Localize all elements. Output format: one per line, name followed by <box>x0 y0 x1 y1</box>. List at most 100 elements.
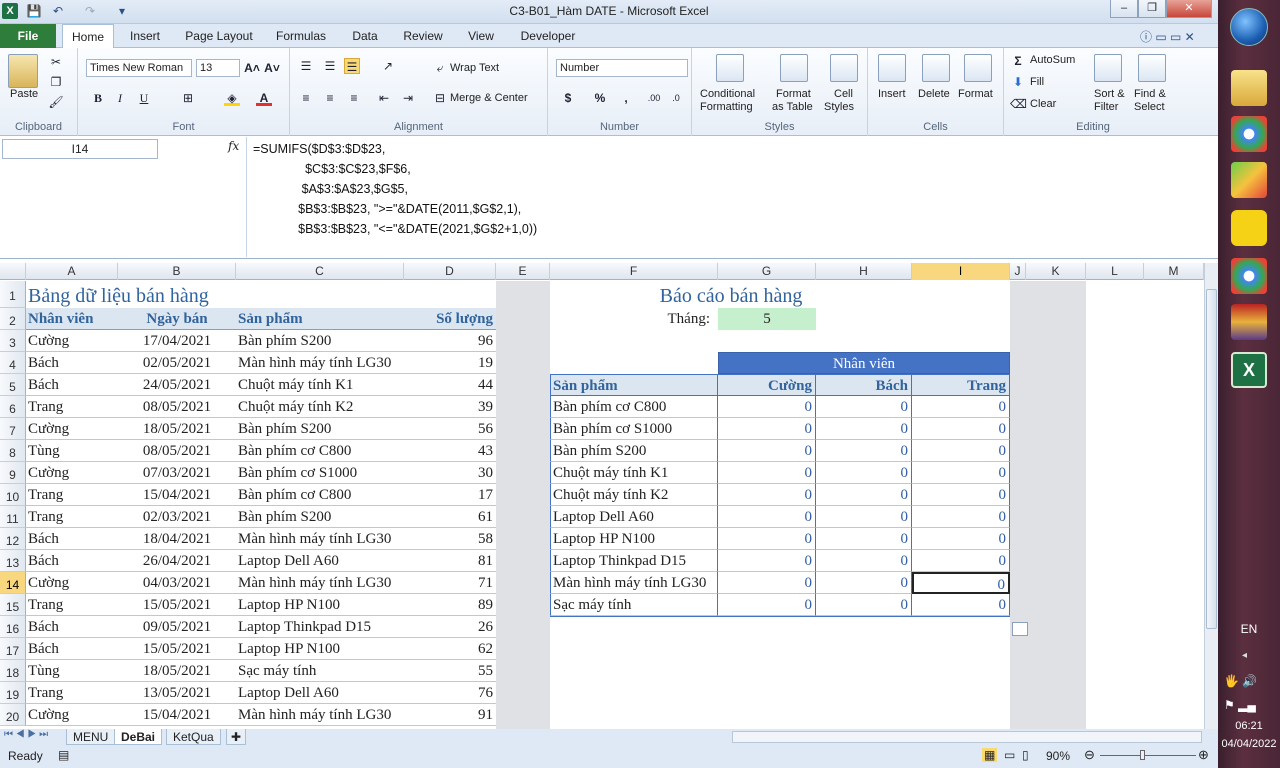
align-right-icon[interactable]: ≡ <box>346 90 362 106</box>
tab-insert[interactable]: Insert <box>122 24 168 48</box>
network-icon[interactable]: ⚑ ▂▄ <box>1224 698 1256 712</box>
page-break-view-icon[interactable]: ▯ <box>1022 748 1029 762</box>
data-table-cell[interactable]: 24/05/2021 <box>118 374 236 396</box>
cell-styles-label[interactable]: Cell <box>834 88 853 100</box>
data-table-cell[interactable]: Bàn phím S200 <box>236 330 404 352</box>
formula-input[interactable]: =SUMIFS($D$3:$D$23, $C$3:$C$23,$F$6, $A$… <box>246 137 1202 257</box>
copy-icon[interactable]: ❐ <box>48 74 64 90</box>
sheet-tab-menu[interactable]: MENU <box>66 729 116 745</box>
row-header-12[interactable]: 12 <box>0 528 26 550</box>
data-table-cell[interactable]: 71 <box>404 572 496 594</box>
data-table-cell[interactable]: 02/05/2021 <box>118 352 236 374</box>
month-value-input[interactable]: 5 <box>718 308 816 330</box>
borders-icon[interactable]: ⊞ <box>180 90 196 106</box>
data-table-cell[interactable]: 15/05/2021 <box>118 594 236 616</box>
format-painter-icon[interactable]: 🖌 <box>48 94 64 110</box>
report-value-cell[interactable]: 0 <box>718 506 816 528</box>
row-header-1[interactable]: 1 <box>0 281 26 308</box>
zoom-out-icon[interactable]: ⊖ <box>1084 747 1095 763</box>
find-label-2[interactable]: Select <box>1134 101 1165 113</box>
data-table-cell[interactable]: Màn hình máy tính LG30 <box>236 572 404 594</box>
report-value-cell[interactable]: 0 <box>816 440 912 462</box>
messenger-app-icon[interactable] <box>1231 210 1267 246</box>
data-table-cell[interactable]: Trang <box>26 594 118 616</box>
data-table-cell[interactable]: 56 <box>404 418 496 440</box>
align-left-icon[interactable]: ≡ <box>298 90 314 106</box>
decrease-indent-icon[interactable]: ⇤ <box>376 90 392 106</box>
report-value-cell[interactable]: 0 <box>912 396 1010 418</box>
zoom-slider[interactable] <box>1100 755 1196 756</box>
data-table-cell[interactable]: 62 <box>404 638 496 660</box>
format-as-table-icon[interactable] <box>780 54 808 82</box>
tray-icons[interactable]: 🖐 🔊 <box>1224 674 1257 688</box>
data-table-cell[interactable]: Laptop Dell A60 <box>236 682 404 704</box>
report-product-label[interactable]: Chuột máy tính K1 <box>550 462 718 484</box>
increase-decimal-icon[interactable]: .00 <box>646 90 662 106</box>
data-table-cell[interactable]: Trang <box>26 682 118 704</box>
row-header-8[interactable]: 8 <box>0 440 26 462</box>
column-header-i[interactable]: I <box>912 263 1010 280</box>
tab-formulas[interactable]: Formulas <box>270 24 332 48</box>
report-product-label[interactable]: Bàn phím cơ C800 <box>550 396 718 418</box>
align-top-icon[interactable]: ☰ <box>298 58 314 74</box>
close-button[interactable]: ✕ <box>1166 0 1212 18</box>
data-table-cell[interactable]: 61 <box>404 506 496 528</box>
data-table-cell[interactable]: Cường <box>26 330 118 352</box>
data-table-cell[interactable]: Chuột máy tính K1 <box>236 374 404 396</box>
data-table-cell[interactable]: Bách <box>26 550 118 572</box>
data-table-cell[interactable]: 19 <box>404 352 496 374</box>
fill-color-icon[interactable]: ◈ <box>224 90 240 106</box>
bold-button[interactable]: B <box>90 90 106 106</box>
name-box[interactable]: I14 <box>2 139 158 159</box>
tab-data[interactable]: Data <box>344 24 386 48</box>
tray-arrow-icon[interactable]: ◂ <box>1242 650 1247 661</box>
cut-icon[interactable]: ✂ <box>48 54 64 70</box>
bluestacks-icon[interactable] <box>1231 162 1267 198</box>
zoom-slider-thumb[interactable] <box>1140 750 1145 760</box>
zoom-level[interactable]: 90% <box>1046 749 1070 763</box>
tab-review[interactable]: Review <box>398 24 448 48</box>
data-table-cell[interactable]: Bàn phím S200 <box>236 506 404 528</box>
report-value-cell[interactable]: 0 <box>718 594 816 616</box>
paste-label[interactable]: Paste <box>10 88 38 100</box>
month-label[interactable]: Tháng: <box>550 308 718 330</box>
data-table-cell[interactable]: Laptop HP N100 <box>236 638 404 660</box>
report-product-label[interactable]: Sạc máy tính <box>550 594 718 616</box>
report-value-cell[interactable]: 0 <box>718 396 816 418</box>
row-header-4[interactable]: 4 <box>0 352 26 374</box>
tab-page-layout[interactable]: Page Layout <box>180 24 258 48</box>
column-header-b[interactable]: B <box>118 263 236 280</box>
column-header-h[interactable]: H <box>816 263 912 280</box>
row-header-16[interactable]: 16 <box>0 616 26 638</box>
find-label[interactable]: Find & <box>1134 88 1166 100</box>
underline-button[interactable]: U <box>136 90 152 106</box>
chrome-icon[interactable] <box>1231 116 1267 152</box>
data-table-cell[interactable]: Bàn phím cơ C800 <box>236 440 404 462</box>
column-header-d[interactable]: D <box>404 263 496 280</box>
data-table-cell[interactable]: Màn hình máy tính LG30 <box>236 352 404 374</box>
report-title[interactable]: Báo cáo bán hàng <box>550 281 912 308</box>
data-table-cell[interactable]: 15/04/2021 <box>118 704 236 726</box>
data-table-cell[interactable]: Trang <box>26 506 118 528</box>
orientation-icon[interactable]: ↗ <box>380 58 396 74</box>
fill-icon[interactable]: ⬇ <box>1010 74 1026 90</box>
report-value-cell[interactable]: 0 <box>816 528 912 550</box>
conditional-label-2[interactable]: Formatting <box>700 101 753 113</box>
report-product-label[interactable]: Màn hình máy tính LG30 <box>550 572 718 594</box>
column-header-g[interactable]: G <box>718 263 816 280</box>
data-table-header[interactable]: Ngày bán <box>118 308 236 330</box>
wrap-text-button[interactable]: Wrap Text <box>450 62 499 74</box>
data-table-cell[interactable]: 18/05/2021 <box>118 660 236 682</box>
data-table-cell[interactable]: 04/03/2021 <box>118 572 236 594</box>
report-value-cell[interactable]: 0 <box>912 440 1010 462</box>
format-table-label-2[interactable]: as Table <box>772 101 813 113</box>
row-header-11[interactable]: 11 <box>0 506 26 528</box>
number-format-select[interactable]: Number <box>556 59 688 77</box>
report-value-cell[interactable]: 0 <box>912 594 1010 616</box>
row-header-18[interactable]: 18 <box>0 660 26 682</box>
grow-font-icon[interactable]: A˄ <box>244 60 260 76</box>
report-value-cell[interactable]: 0 <box>912 528 1010 550</box>
column-header-k[interactable]: K <box>1026 263 1086 280</box>
column-header-f[interactable]: F <box>550 263 718 280</box>
data-table-header[interactable]: Nhân viên <box>26 308 118 330</box>
